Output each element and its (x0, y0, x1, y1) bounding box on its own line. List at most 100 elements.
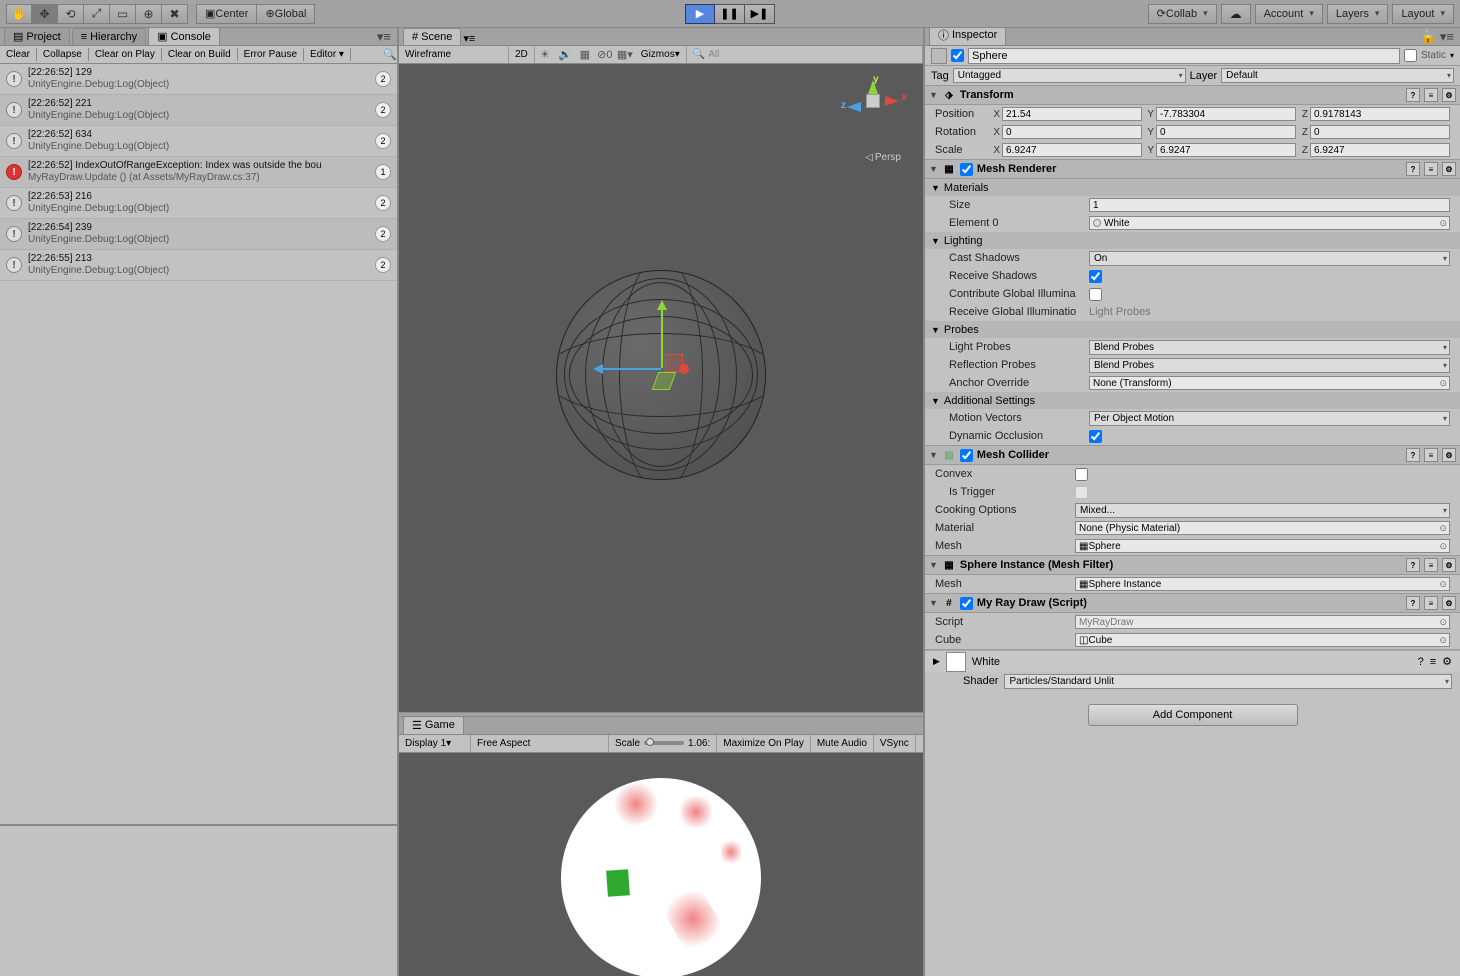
script-header[interactable]: ▼#My Ray Draw (Script) ?≡⚙ (925, 594, 1460, 613)
materials-size[interactable] (1089, 198, 1450, 212)
convex-checkbox[interactable] (1075, 468, 1088, 481)
vsync-toggle[interactable]: VSync (874, 735, 916, 752)
reflection-probes[interactable]: Blend Probes (1089, 358, 1450, 373)
maximize-toggle[interactable]: Maximize On Play (717, 735, 811, 752)
projection-label[interactable]: ◁ Persp (865, 152, 901, 163)
tab-console[interactable]: ▣ Console (148, 27, 220, 45)
scene-view[interactable]: yxz ◁ Persp (399, 64, 923, 712)
pos-z[interactable] (1310, 107, 1450, 121)
search-icon[interactable]: 🔍 (383, 48, 397, 61)
orientation-gizmo[interactable]: yxz (845, 76, 905, 146)
layer-dropdown[interactable]: Default (1221, 68, 1454, 83)
rot-x[interactable] (1002, 125, 1142, 139)
game-view[interactable] (399, 753, 923, 976)
panel-options[interactable]: ▾≡ (371, 29, 397, 45)
receive-shadows[interactable] (1089, 270, 1102, 283)
editor-dropdown[interactable]: Editor ▾ (304, 48, 351, 61)
script-enable[interactable] (960, 597, 973, 610)
log-row[interactable]: ![22:26:53] 216UnityEngine.Debug:Log(Obj… (0, 188, 397, 219)
lighting-toggle[interactable]: ☀ (535, 48, 555, 61)
scale-z[interactable] (1310, 143, 1450, 157)
pivot-mode[interactable]: ▣ Center (196, 4, 257, 24)
aspect-dropdown[interactable]: Free Aspect (471, 735, 609, 752)
hidden-toggle[interactable]: ⊘0 (595, 48, 615, 61)
add-component-button[interactable]: Add Component (1088, 704, 1298, 726)
gameobject-name-field[interactable] (968, 48, 1400, 64)
preset-icon[interactable]: ≡ (1424, 88, 1438, 102)
rect-tool[interactable]: ▭ (110, 4, 136, 24)
filter-mesh[interactable]: ▦ Sphere Instance (1075, 577, 1450, 591)
pos-y[interactable] (1156, 107, 1296, 121)
gear-icon[interactable]: ⚙ (1442, 88, 1456, 102)
scale-x[interactable] (1002, 143, 1142, 157)
scene-options[interactable]: ▾≡ (463, 32, 475, 45)
log-row[interactable]: ![22:26:55] 213UnityEngine.Debug:Log(Obj… (0, 250, 397, 281)
audio-toggle[interactable]: 🔊 (555, 48, 575, 61)
cube-field[interactable]: ◫ Cube (1075, 633, 1450, 647)
inspector-options[interactable]: 🔒 ▾≡ (1414, 29, 1460, 45)
scene-search[interactable]: 🔍All (687, 46, 923, 63)
collider-mesh[interactable]: ▦ Sphere (1075, 539, 1450, 553)
tab-inspector[interactable]: ⓘ Inspector (929, 28, 1006, 45)
shader-dropdown[interactable]: Particles/Standard Unlit (1004, 674, 1452, 689)
gameobject-active-checkbox[interactable] (951, 49, 964, 62)
pos-x[interactable] (1002, 107, 1142, 121)
tab-hierarchy[interactable]: ≡ Hierarchy (72, 28, 147, 45)
gameobject-icon[interactable] (931, 48, 947, 64)
hand-tool[interactable]: ✋ (6, 4, 32, 24)
static-checkbox[interactable] (1404, 49, 1417, 62)
cooking-options[interactable]: Mixed... (1075, 503, 1450, 518)
physic-material[interactable]: None (Physic Material) (1075, 521, 1450, 535)
log-row[interactable]: ![22:26:52] 634UnityEngine.Debug:Log(Obj… (0, 126, 397, 157)
account-dropdown[interactable]: Account▾ (1255, 4, 1323, 24)
scale-tool[interactable]: ⤢ (84, 4, 110, 24)
play-button[interactable]: ▶ (685, 4, 715, 24)
camera-toggle[interactable]: ▦▾ (615, 48, 635, 61)
shading-mode[interactable]: Wireframe (399, 46, 509, 63)
light-probes[interactable]: Blend Probes (1089, 340, 1450, 355)
error-pause-button[interactable]: Error Pause (238, 48, 304, 61)
scale-slider[interactable]: Scale1.06: (609, 735, 717, 752)
scale-y[interactable] (1156, 143, 1296, 157)
meshcollider-header[interactable]: ▼▧Mesh Collider ?≡⚙ (925, 446, 1460, 465)
display-dropdown[interactable]: Display 1 ▾ (399, 735, 471, 752)
meshrenderer-header[interactable]: ▼▦Mesh Renderer ?≡⚙ (925, 160, 1460, 179)
pause-button[interactable]: ❚❚ (715, 4, 745, 24)
clear-button[interactable]: Clear (0, 48, 37, 61)
mute-toggle[interactable]: Mute Audio (811, 735, 874, 752)
meshfilter-header[interactable]: ▼▦Sphere Instance (Mesh Filter) ?≡⚙ (925, 556, 1460, 575)
tag-dropdown[interactable]: Untagged (953, 68, 1186, 83)
anchor-override[interactable]: None (Transform) (1089, 376, 1450, 390)
help-icon[interactable]: ? (1406, 88, 1420, 102)
cast-shadows[interactable]: On (1089, 251, 1450, 266)
fx-toggle[interactable]: ▦ (575, 48, 595, 61)
gizmos-dropdown[interactable]: Gizmos ▾ (635, 46, 687, 63)
clear-on-play-button[interactable]: Clear on Play (89, 48, 162, 61)
log-row[interactable]: ![22:26:54] 239UnityEngine.Debug:Log(Obj… (0, 219, 397, 250)
tab-project[interactable]: ▤ Project (4, 27, 70, 45)
material-element0[interactable]: White (1089, 216, 1450, 230)
tab-scene[interactable]: # Scene (403, 28, 461, 45)
dynamic-occlusion[interactable] (1089, 430, 1102, 443)
step-button[interactable]: ▶❚ (745, 4, 775, 24)
collider-enable[interactable] (960, 449, 973, 462)
renderer-enable[interactable] (960, 163, 973, 176)
rotate-tool[interactable]: ⟲ (58, 4, 84, 24)
layers-dropdown[interactable]: Layers▾ (1327, 4, 1389, 24)
custom-tool[interactable]: ✖ (162, 4, 188, 24)
log-row[interactable]: ![22:26:52] 221UnityEngine.Debug:Log(Obj… (0, 95, 397, 126)
motion-vectors[interactable]: Per Object Motion (1089, 411, 1450, 426)
transform-header[interactable]: ▼⬗Transform ? ≡ ⚙ (925, 86, 1460, 105)
collapse-button[interactable]: Collapse (37, 48, 89, 61)
rot-z[interactable] (1310, 125, 1450, 139)
layout-dropdown[interactable]: Layout▾ (1392, 4, 1454, 24)
tab-game[interactable]: ☰ Game (403, 716, 464, 734)
material-header[interactable]: ▶ White ?≡⚙ (925, 650, 1460, 672)
collab-dropdown[interactable]: ⟳ Collab▾ (1148, 4, 1217, 24)
cloud-button[interactable]: ☁ (1221, 4, 1251, 24)
log-row[interactable]: ![22:26:52] 129UnityEngine.Debug:Log(Obj… (0, 64, 397, 95)
transform-tool[interactable]: ⊕ (136, 4, 162, 24)
contribute-gi[interactable] (1089, 288, 1102, 301)
pivot-rotation[interactable]: ⊕ Global (257, 4, 315, 24)
twod-toggle[interactable]: 2D (509, 46, 535, 63)
